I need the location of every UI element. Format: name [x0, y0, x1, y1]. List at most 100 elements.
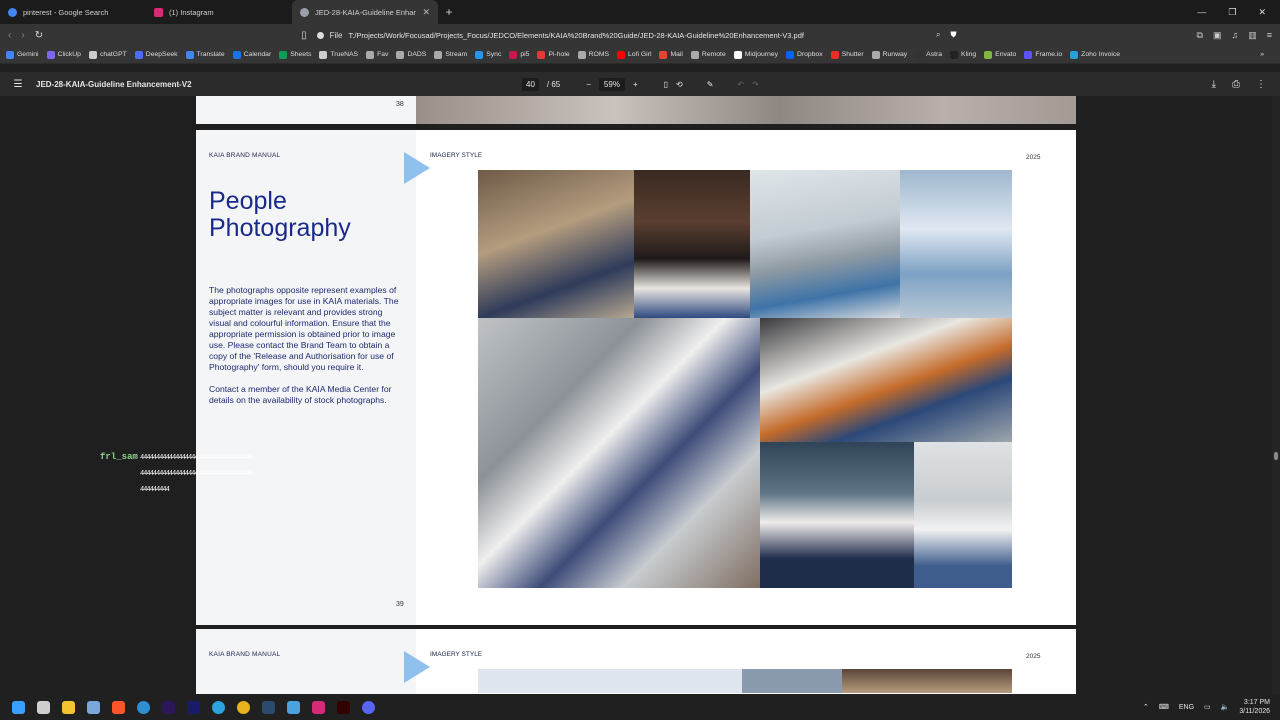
- bookmark-item[interactable]: Kling: [950, 50, 976, 59]
- close-tab-icon[interactable]: ✕: [422, 7, 430, 18]
- new-tab-button[interactable]: +: [438, 5, 460, 19]
- zoom-level-input[interactable]: 59%: [598, 77, 625, 91]
- bookmark-favicon-icon: [396, 50, 405, 59]
- url-field[interactable]: File T:/Projects/Work/Focusad/Projects_F…: [316, 30, 926, 40]
- close-window-icon[interactable]: ✕: [1258, 7, 1266, 18]
- telegram-icon[interactable]: [206, 694, 231, 720]
- page-number-input[interactable]: 40: [522, 77, 539, 91]
- bookmark-item[interactable]: DADS: [396, 50, 426, 59]
- chevron-up-icon[interactable]: ⌃: [1143, 703, 1149, 711]
- notepad-icon[interactable]: [281, 694, 306, 720]
- start-button[interactable]: [6, 694, 31, 720]
- annotate-icon[interactable]: ✎: [707, 80, 714, 89]
- year-label: 2025: [1026, 653, 1041, 660]
- maximize-icon[interactable]: ❐: [1228, 7, 1236, 18]
- menu-icon[interactable]: ≡: [1267, 30, 1272, 41]
- media-icon[interactable]: ♫: [1231, 30, 1238, 41]
- bookmark-item[interactable]: Gemini: [6, 50, 39, 59]
- download-icon[interactable]: ⤓: [1212, 79, 1216, 90]
- shield-icon[interactable]: ⛊: [951, 30, 957, 40]
- forward-icon[interactable]: ›: [21, 30, 24, 41]
- page-left-column: [196, 96, 416, 124]
- fit-page-icon[interactable]: ▯: [664, 80, 668, 89]
- instagram-icon: [154, 7, 163, 17]
- screenshot-icon[interactable]: ▣: [1213, 30, 1222, 41]
- after-effects-icon[interactable]: [181, 694, 206, 720]
- brave-icon[interactable]: [106, 694, 131, 720]
- undo-icon[interactable]: ↶: [737, 80, 744, 89]
- bookmark-favicon-icon: [88, 50, 97, 59]
- bookmark-item[interactable]: DeepSeek: [134, 50, 178, 59]
- bookmark-item[interactable]: Lofi Girl: [617, 50, 651, 59]
- bookmark-item[interactable]: ROMS: [577, 50, 609, 59]
- bookmark-item[interactable]: Fav: [366, 50, 388, 59]
- bookmark-item[interactable]: Zoho Invoice: [1070, 50, 1120, 59]
- scrollbar-thumb[interactable]: [1274, 452, 1278, 460]
- photo-family-selfie: [760, 442, 914, 588]
- discord-icon[interactable]: [356, 694, 381, 720]
- page-number: 38: [396, 101, 404, 108]
- zoom-in-icon[interactable]: +: [633, 80, 638, 89]
- back-icon[interactable]: ‹: [8, 30, 11, 41]
- tab-google-search[interactable]: pinterest - Google Search: [0, 0, 146, 24]
- rotate-icon[interactable]: ⟲: [676, 80, 683, 89]
- file-explorer-icon[interactable]: [56, 694, 81, 720]
- zoom-search-icon[interactable]: ⌕: [936, 30, 940, 40]
- bookmark-icon[interactable]: ▯: [301, 30, 307, 41]
- bookmarks-overflow-icon[interactable]: »: [1260, 51, 1280, 58]
- app-c-icon[interactable]: [131, 694, 156, 720]
- bookmark-item[interactable]: Stream: [434, 50, 467, 59]
- bookmark-label: Runway: [882, 51, 908, 58]
- url-text: T:/Projects/Work/Focusad/Projects_Focus/…: [348, 30, 804, 40]
- bookmark-item[interactable]: Translate: [185, 50, 225, 59]
- bookmark-item[interactable]: ClickUp: [46, 50, 81, 59]
- bookmark-item[interactable]: Mail: [659, 50, 683, 59]
- bookmark-item[interactable]: chatGPT: [88, 50, 127, 59]
- tab-pdf[interactable]: JED-28-KAIA-Guideline Enhancem ✕: [292, 0, 438, 24]
- bookmark-item[interactable]: TrueNAS: [319, 50, 358, 59]
- overlay-username: frl_sam: [100, 452, 138, 462]
- reload-icon[interactable]: ↻: [35, 30, 43, 41]
- premiere-icon[interactable]: [156, 694, 181, 720]
- more-options-icon[interactable]: ⋮: [1256, 79, 1266, 90]
- illustrator-icon[interactable]: [331, 694, 356, 720]
- hamburger-menu-icon[interactable]: ☰: [0, 79, 36, 90]
- bookmark-item[interactable]: Midjourney: [733, 50, 778, 59]
- keyboard-icon[interactable]: ⌨: [1159, 703, 1169, 711]
- bookmark-item[interactable]: Pi-hole: [537, 50, 570, 59]
- pdf-page-main: KAIA BRAND MANUAL People Photography The…: [196, 130, 1076, 625]
- browser-tab-strip: pinterest - Google Search (1) Instagram …: [0, 0, 1280, 24]
- bookmark-item[interactable]: Sync: [475, 50, 501, 59]
- pdf-page-next: KAIA BRAND MANUAL IMAGERY STYLE 2025: [196, 629, 1076, 694]
- bookmark-item[interactable]: Runway: [871, 50, 908, 59]
- extensions-icon[interactable]: ⧉: [1197, 30, 1203, 41]
- redo-icon[interactable]: ↷: [752, 80, 759, 89]
- steam-icon[interactable]: [256, 694, 281, 720]
- bookmark-item[interactable]: Shutter: [830, 50, 864, 59]
- clock[interactable]: 3:17 PM 3/11/2026: [1239, 698, 1270, 716]
- network-icon[interactable]: ▭: [1204, 703, 1211, 711]
- bookmark-item[interactable]: Envato: [984, 50, 1016, 59]
- pdf-viewer[interactable]: 38 KAIA BRAND MANUAL People Photography …: [0, 96, 1272, 694]
- print-icon[interactable]: ⎙: [1232, 79, 1240, 90]
- zoom-out-icon[interactable]: −: [586, 80, 591, 89]
- language-indicator[interactable]: ENG: [1179, 704, 1194, 711]
- bookmarks-bar: Gemini ClickUp chatGPT DeepSeek Translate Cal…: [0, 46, 1280, 64]
- minimize-icon[interactable]: —: [1197, 7, 1206, 18]
- bookmark-item[interactable]: Frame.io: [1024, 50, 1062, 59]
- bookmark-item[interactable]: Calendar: [232, 50, 271, 59]
- bookmark-item[interactable]: Sheets: [279, 50, 311, 59]
- bookmark-item[interactable]: Remote: [690, 50, 726, 59]
- bookmark-item[interactable]: Dropbox: [785, 50, 823, 59]
- viewer-scrollbar[interactable]: [1272, 96, 1280, 694]
- copilot-icon[interactable]: [81, 694, 106, 720]
- task-view-icon[interactable]: [31, 694, 56, 720]
- chrome-icon[interactable]: [231, 694, 256, 720]
- system-tray: ⌃ ⌨ ENG ▭ 🔈 3:17 PM 3/11/2026: [1143, 694, 1270, 720]
- instagram-app-icon[interactable]: [306, 694, 331, 720]
- bookmark-item[interactable]: pi5: [509, 50, 529, 59]
- tab-instagram[interactable]: (1) Instagram: [146, 0, 292, 24]
- sidebar-icon[interactable]: ▥: [1248, 30, 1257, 41]
- volume-icon[interactable]: 🔈: [1221, 703, 1230, 711]
- bookmark-item[interactable]: Astra: [915, 50, 942, 59]
